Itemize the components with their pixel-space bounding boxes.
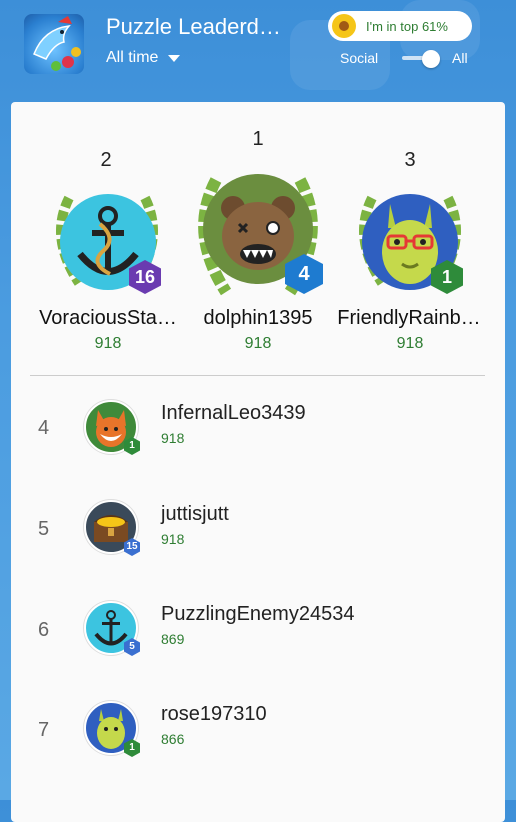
page-title: Puzzle Leaderd… bbox=[106, 14, 281, 39]
player-name: PuzzlingEnemy24534 bbox=[161, 603, 355, 625]
player-name: juttisjutt bbox=[161, 503, 229, 525]
time-filter-dropdown[interactable]: All time bbox=[106, 49, 181, 67]
podium-place-1: 1 bbox=[252, 128, 264, 150]
divider bbox=[30, 375, 485, 376]
podium-score-1: 918 bbox=[244, 335, 272, 352]
app-icon bbox=[24, 14, 84, 74]
row-rank: 5 bbox=[38, 518, 50, 540]
row-rank: 6 bbox=[38, 619, 50, 641]
toggle-knob bbox=[422, 50, 440, 68]
chevron-down-icon bbox=[168, 54, 181, 62]
podium-score-2: 918 bbox=[94, 335, 122, 352]
time-filter-label: All time bbox=[106, 49, 159, 66]
podium-score-3: 918 bbox=[396, 335, 424, 352]
social-all-toggle[interactable] bbox=[402, 50, 442, 68]
rank-percentile-text: I'm in top 61% bbox=[366, 18, 448, 34]
player-name: rose197310 bbox=[161, 703, 267, 725]
podium-name-1: dolphin1395 bbox=[203, 307, 313, 329]
toggle-label-social: Social bbox=[340, 50, 379, 66]
row-rank: 4 bbox=[38, 417, 50, 439]
podium-name-2: VoraciousSta… bbox=[39, 307, 177, 329]
row-rank: 7 bbox=[38, 719, 50, 741]
player-score: 918 bbox=[161, 531, 185, 547]
toggle-label-all: All bbox=[452, 50, 468, 66]
header: Puzzle Leaderd… All time I'm in top 61% … bbox=[0, 0, 516, 96]
rank-percentile-pill[interactable]: I'm in top 61% bbox=[328, 11, 472, 41]
sunflower-icon bbox=[332, 14, 356, 38]
player-score: 869 bbox=[161, 631, 185, 647]
player-name: InfernalLeo3439 bbox=[161, 402, 306, 424]
player-score: 918 bbox=[161, 430, 185, 446]
podium-place-2: 2 bbox=[100, 149, 112, 171]
podium-place-3: 3 bbox=[404, 149, 416, 171]
podium-name-3: FriendlyRainb… bbox=[337, 307, 481, 329]
player-score: 866 bbox=[161, 731, 185, 747]
